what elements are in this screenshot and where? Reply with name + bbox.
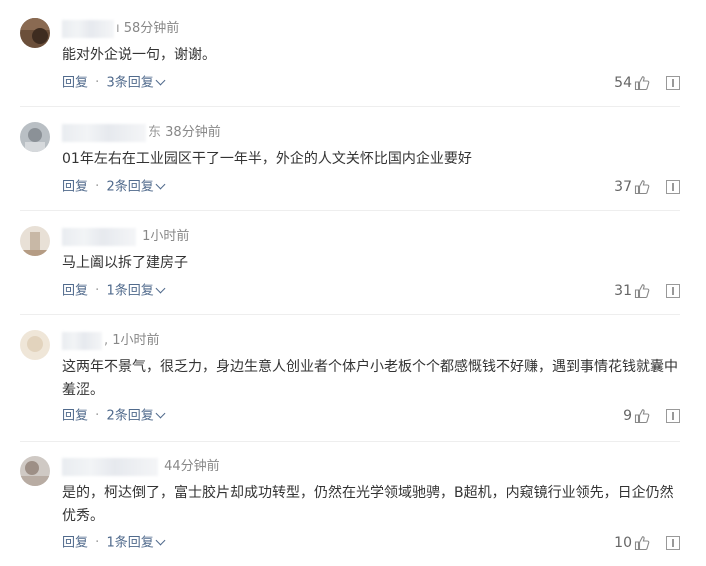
view-replies-button[interactable]: 1条回复 [106, 283, 166, 299]
reply-button[interactable]: 回复 [62, 283, 88, 298]
replies-count-label: 3条回复 [106, 75, 154, 90]
view-replies-button[interactable]: 2条回复 [106, 408, 166, 424]
author-name-tail[interactable]: 东 [148, 125, 161, 140]
comment-text: 能对外企说一句，谢谢。 [62, 47, 216, 63]
separator: · [95, 408, 100, 424]
divider [20, 314, 680, 315]
replies-count-label: 2条回复 [106, 408, 154, 423]
comment-text: 马上阖以拆了建房子 [62, 255, 188, 271]
separator: · [95, 283, 100, 299]
comment-tools: 9 [623, 406, 680, 426]
author-row: 44分钟前 [62, 457, 220, 477]
divider [20, 106, 680, 107]
chevron-down-icon [155, 535, 166, 545]
chevron-down-icon [155, 179, 166, 189]
divider [20, 441, 680, 442]
comment-time: 1小时前 [112, 333, 160, 348]
report-icon[interactable] [666, 180, 680, 194]
like-count: 10 [614, 535, 632, 551]
comment-text: 01年左右在工业园区干了一年半，外企的人文关怀比国内企业要好 [62, 151, 472, 167]
author-row: ı 58分钟前 [62, 19, 179, 39]
separator: · [95, 535, 100, 551]
comment-text: 这两年不景气，很乏力，身边生意人创业者个体户小老板个个都感慨钱不好赚，遇到事情花… [62, 359, 678, 398]
chevron-down-icon [155, 283, 166, 293]
author-row: , 1小时前 [62, 331, 160, 351]
replies-count-label: 1条回复 [106, 535, 154, 550]
report-icon[interactable] [666, 536, 680, 550]
thumbs-up-icon[interactable] [634, 535, 650, 551]
like-count: 54 [614, 75, 632, 91]
view-replies-button[interactable]: 3条回复 [106, 75, 166, 91]
report-icon[interactable] [666, 409, 680, 423]
thumbs-up-icon[interactable] [634, 283, 650, 299]
reply-button[interactable]: 回复 [62, 75, 88, 90]
comment-time: 1小时前 [142, 229, 190, 244]
author-row: 1小时前 [62, 227, 189, 247]
thumbs-up-icon[interactable] [634, 179, 650, 195]
chevron-down-icon [155, 75, 166, 85]
separator: · [95, 75, 100, 91]
view-replies-button[interactable]: 1条回复 [106, 535, 166, 551]
report-icon[interactable] [666, 284, 680, 298]
like-count: 37 [614, 179, 632, 195]
avatar[interactable] [20, 226, 50, 256]
replies-count-label: 1条回复 [106, 283, 154, 298]
reply-button[interactable]: 回复 [62, 535, 88, 550]
comment-actions: 回复 · 2条回复 [62, 177, 166, 197]
author-name-blurred[interactable] [62, 457, 158, 476]
avatar[interactable] [20, 330, 50, 360]
reply-button[interactable]: 回复 [62, 408, 88, 423]
comment-actions: 回复 · 1条回复 [62, 281, 166, 301]
comment-text: 是的，柯达倒了，富士胶片却成功转型，仍然在光学领域驰骋，B超机，内窥镜行业领先，… [62, 485, 674, 524]
like-count: 31 [614, 283, 632, 299]
author-name-blurred[interactable] [62, 227, 136, 246]
author-name-blurred[interactable] [62, 123, 146, 142]
author-name-tail[interactable]: , [104, 333, 108, 348]
comment-tools: 54 [614, 73, 680, 93]
comment-actions: 回复 · 2条回复 [62, 406, 166, 426]
comment-actions: 回复 · 3条回复 [62, 73, 166, 93]
comment-tools: 37 [614, 177, 680, 197]
comment-time: 38分钟前 [165, 125, 221, 140]
author-name-blurred[interactable] [62, 19, 114, 38]
comment-actions: 回复 · 1条回复 [62, 533, 166, 553]
reply-button[interactable]: 回复 [62, 179, 88, 194]
author-name-tail[interactable]: ı [116, 21, 120, 36]
author-name-blurred[interactable] [62, 331, 102, 350]
chevron-down-icon [155, 408, 166, 418]
divider [20, 210, 680, 211]
avatar[interactable] [20, 122, 50, 152]
comments-page: { "comments": [ { "name_visible": "", "n… [0, 0, 706, 566]
report-icon[interactable] [666, 76, 680, 90]
thumbs-up-icon[interactable] [634, 75, 650, 91]
separator: · [95, 179, 100, 195]
avatar[interactable] [20, 456, 50, 486]
avatar[interactable] [20, 18, 50, 48]
thumbs-up-icon[interactable] [634, 408, 650, 424]
view-replies-button[interactable]: 2条回复 [106, 179, 166, 195]
like-count: 9 [623, 408, 632, 424]
comment-tools: 10 [614, 533, 680, 553]
comment-tools: 31 [614, 281, 680, 301]
comment-time: 58分钟前 [123, 21, 180, 36]
replies-count-label: 2条回复 [106, 179, 154, 194]
comment-time: 44分钟前 [164, 459, 220, 474]
author-row: 东 38分钟前 [62, 123, 221, 143]
